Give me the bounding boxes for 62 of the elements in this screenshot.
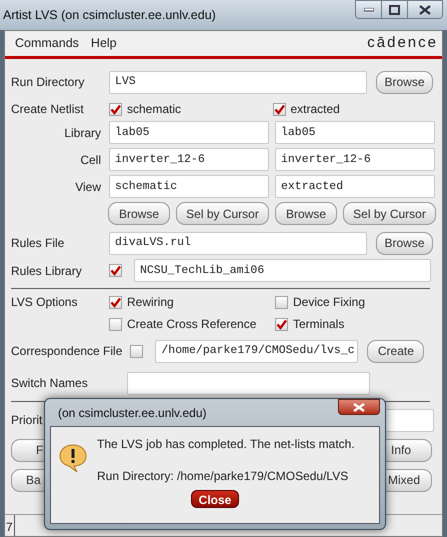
text-field[interactable]: lab05 xyxy=(109,121,269,144)
field-label: LVS Options xyxy=(11,294,78,311)
browse-button[interactable]: Browse xyxy=(376,232,433,254)
text-field[interactable]: schematic xyxy=(109,175,269,198)
field-label: extracted xyxy=(290,101,340,118)
field-label: Switch Names xyxy=(11,375,89,392)
text-field[interactable]: lab05 xyxy=(275,121,435,144)
checkbox[interactable] xyxy=(275,296,288,308)
maximize-button[interactable] xyxy=(382,1,408,18)
field-label: Priorit xyxy=(11,412,42,429)
close-icon xyxy=(353,402,365,412)
field-label: Run Directory xyxy=(11,74,86,91)
checkbox[interactable] xyxy=(109,296,122,308)
close-button[interactable] xyxy=(338,399,380,415)
browse-button[interactable]: Browse xyxy=(376,70,433,94)
field-label: Create Cross Reference xyxy=(127,316,256,333)
text-field[interactable]: /home/parke179/CMOSedu/lvs_c xyxy=(155,340,358,362)
close-button[interactable] xyxy=(408,1,442,18)
minimize-icon xyxy=(364,8,374,12)
field-label: Rules File xyxy=(11,235,66,252)
field-label: schematic xyxy=(127,101,182,118)
dialog-detail: Run Directory: /home/parke179/CMOSedu/LVS xyxy=(97,468,350,485)
field-label: Library xyxy=(63,124,102,142)
close-button[interactable]: Close xyxy=(191,490,239,508)
browse-button[interactable]: Browse xyxy=(108,202,170,225)
checkbox[interactable] xyxy=(109,264,122,277)
field-label: Create Netlist xyxy=(11,101,85,118)
checkbox[interactable] xyxy=(109,102,122,116)
field-label: Cell xyxy=(79,152,102,168)
text-field[interactable] xyxy=(384,408,434,432)
dialog-title: (on csimcluster.ee.unlv.edu) xyxy=(57,405,207,422)
text-field[interactable] xyxy=(127,372,370,394)
checkbox[interactable] xyxy=(130,344,144,358)
field-label: Terminals xyxy=(293,316,344,333)
maximize-icon xyxy=(389,4,400,14)
window-title: Artist LVS (on csimcluster.ee.unlv.edu) xyxy=(2,7,216,24)
logo-text: cādence xyxy=(367,33,438,54)
field-label: Correspondence File xyxy=(11,343,122,360)
field-label: View xyxy=(74,178,102,196)
checkbox[interactable] xyxy=(109,318,122,330)
status-text: 7 xyxy=(5,515,15,536)
field-label: Device Fixing xyxy=(293,294,366,311)
checkbox[interactable] xyxy=(275,318,288,330)
field-label: Rules Library xyxy=(11,262,83,280)
text-field[interactable]: inverter_12-6 xyxy=(275,148,435,171)
warning-speech-icon xyxy=(59,443,87,473)
text-field[interactable]: divaLVS.rul xyxy=(109,232,367,254)
dialog-message: The LVS job has completed. The net-lists match. xyxy=(97,436,355,453)
browse-button[interactable]: Browse xyxy=(275,202,337,225)
text-field[interactable]: extracted xyxy=(275,175,435,198)
menu-item[interactable]: Help xyxy=(90,34,117,53)
checkbox[interactable] xyxy=(272,102,286,116)
select-button[interactable]: Sel by Cursor xyxy=(343,202,436,225)
text-field[interactable]: LVS xyxy=(109,70,367,94)
select-button[interactable]: Sel by Cursor xyxy=(176,202,269,225)
text-field[interactable]: inverter_12-6 xyxy=(109,148,269,171)
text-field[interactable]: NCSU_TechLib_ami06 xyxy=(134,259,431,282)
close-icon xyxy=(419,4,431,14)
menu-item[interactable]: Commands xyxy=(15,34,79,53)
field-label: Rewiring xyxy=(127,294,174,311)
minimize-button[interactable] xyxy=(356,1,382,18)
browse-button[interactable]: Create xyxy=(367,340,424,362)
